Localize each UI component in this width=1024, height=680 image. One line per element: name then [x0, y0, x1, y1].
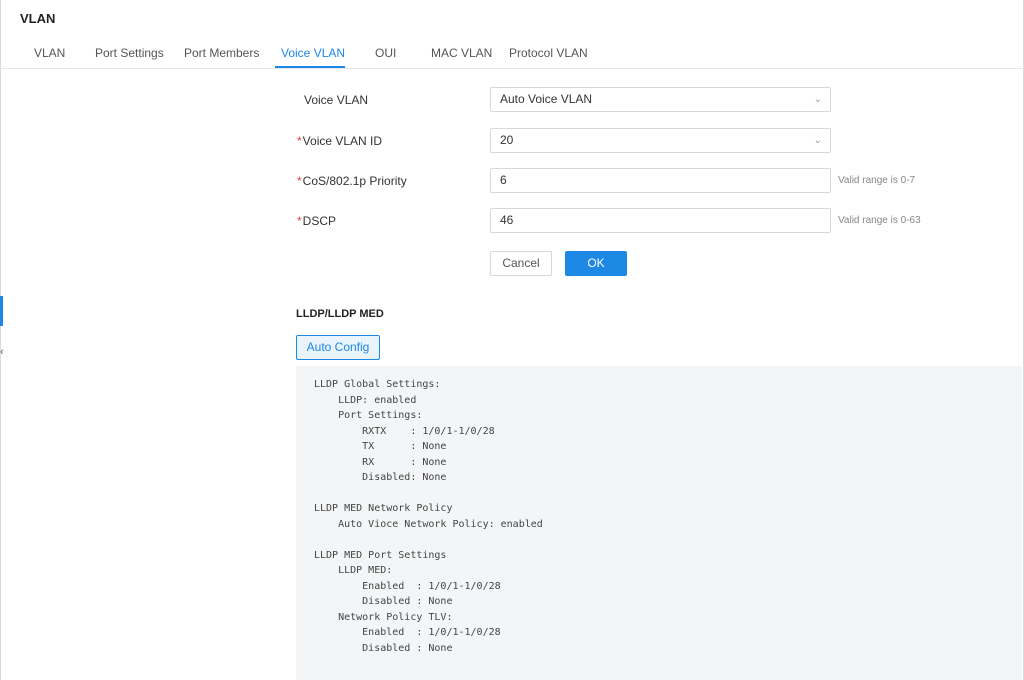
lldp-line: Disabled : None [314, 643, 453, 654]
voice-vlan-value: Auto Voice VLAN [500, 92, 593, 106]
lldp-line: Network Policy TLV: [314, 612, 453, 623]
lldp-line: RX : None [314, 457, 447, 468]
lldp-line: LLDP Global Settings: [314, 379, 441, 390]
ok-button[interactable]: OK [565, 251, 627, 276]
lldp-line: LLDP MED Network Policy [314, 503, 453, 514]
active-tab-indicator [275, 66, 345, 68]
chevron-down-icon: ⌄ [813, 94, 822, 105]
lldp-line: LLDP: enabled [314, 395, 417, 406]
tab-port-members[interactable]: Port Members [184, 46, 259, 60]
tab-oui[interactable]: OUI [375, 46, 396, 60]
lldp-line: Port Settings: [314, 410, 423, 421]
cos-priority-input[interactable] [500, 169, 800, 191]
required-mark: * [297, 134, 302, 148]
required-mark: * [297, 214, 302, 228]
lldp-line: Enabled : 1/0/1-1/0/28 [314, 581, 501, 592]
tab-vlan[interactable]: VLAN [34, 46, 65, 60]
lldp-section-title: LLDP/LLDP MED [296, 308, 384, 320]
dscp-label: *DSCP [297, 214, 336, 228]
tab-protocol-vlan[interactable]: Protocol VLAN [509, 46, 588, 60]
tab-bar: VLAN Port Settings Port Members Voice VL… [0, 44, 1024, 69]
lldp-line: LLDP MED Port Settings [314, 550, 447, 561]
cos-priority-label: *CoS/802.1p Priority [297, 174, 407, 188]
tab-port-settings[interactable]: Port Settings [95, 46, 164, 60]
sidebar-active-marker [0, 296, 3, 326]
dscp-hint: Valid range is 0-63 [838, 215, 921, 226]
lldp-line: TX : None [314, 441, 447, 452]
voice-vlan-id-value: 20 [500, 133, 514, 147]
cancel-button[interactable]: Cancel [490, 251, 552, 276]
page-title: VLAN [20, 11, 56, 26]
required-mark: * [297, 174, 302, 188]
lldp-output-panel: LLDP Global Settings: LLDP: enabled Port… [296, 366, 1022, 680]
lldp-line: Auto Vioce Network Policy: enabled [314, 519, 543, 530]
dscp-input[interactable] [500, 209, 800, 231]
lldp-line: LLDP MED: [314, 565, 393, 576]
voice-vlan-select[interactable]: Auto Voice VLAN ⌄ [490, 87, 831, 112]
lldp-line: Enabled : 1/0/1-1/0/28 [314, 627, 501, 638]
voice-vlan-id-label: *Voice VLAN ID [297, 134, 382, 148]
dscp-field[interactable] [490, 208, 831, 233]
chevron-down-icon: ⌄ [813, 135, 822, 146]
dscp-label-text: DSCP [302, 214, 337, 228]
voice-vlan-id-label-text: Voice VLAN ID [302, 134, 383, 148]
sidebar-collapse-icon[interactable]: ‹ [0, 340, 8, 364]
auto-config-button[interactable]: Auto Config [296, 335, 380, 360]
cos-priority-label-text: CoS/802.1p Priority [302, 174, 407, 188]
voice-vlan-id-select[interactable]: 20 ⌄ [490, 128, 831, 153]
lldp-line: RXTX : 1/0/1-1/0/28 [314, 426, 495, 437]
cos-priority-field[interactable] [490, 168, 831, 193]
lldp-line: Disabled : None [314, 596, 453, 607]
voice-vlan-label: Voice VLAN [304, 93, 369, 107]
lldp-line: Disabled: None [314, 472, 447, 483]
tab-voice-vlan[interactable]: Voice VLAN [281, 46, 345, 60]
cos-priority-hint: Valid range is 0-7 [838, 175, 916, 186]
tab-mac-vlan[interactable]: MAC VLAN [431, 46, 492, 60]
